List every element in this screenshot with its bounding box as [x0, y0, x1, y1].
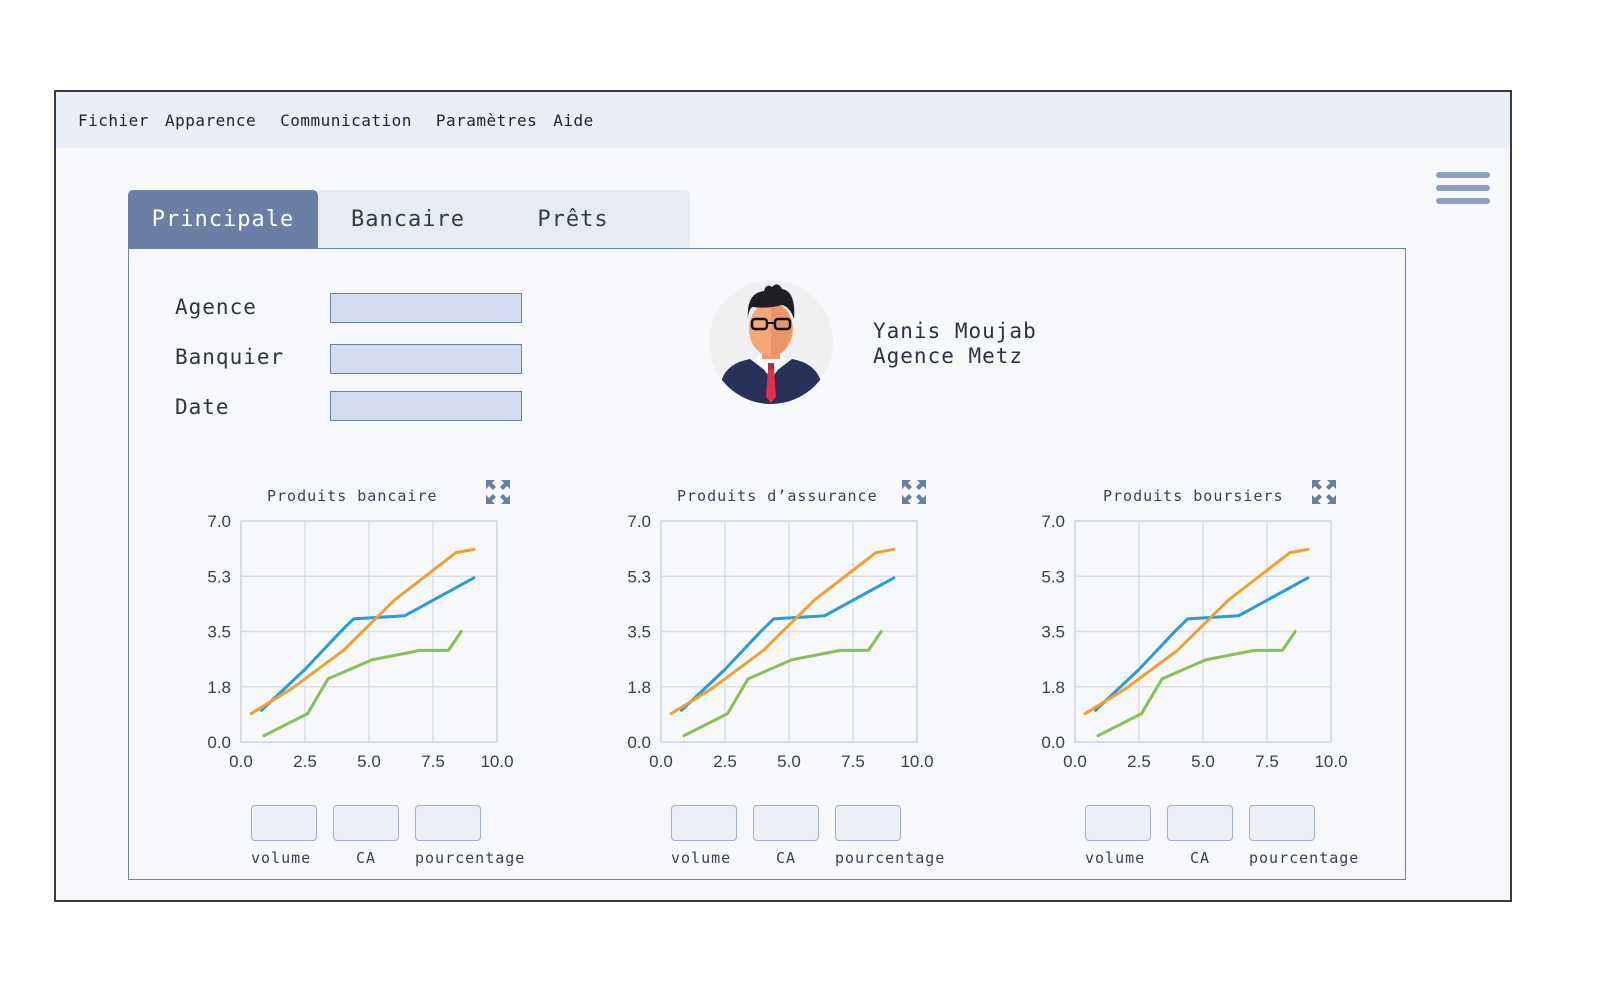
- menu-communication[interactable]: Communication: [280, 111, 412, 130]
- chart-produits-bancaire: Produits bancaire 0.0 2.5 5.0 7.5 10.0 0.0 1.8…: [177, 479, 557, 879]
- x-tick-label: 2.5: [713, 752, 737, 769]
- ca-button[interactable]: [753, 805, 819, 841]
- ca-label: CA: [355, 849, 377, 867]
- x-tick-label: 7.5: [1255, 752, 1279, 769]
- y-tick-label: 1.8: [1041, 678, 1065, 697]
- avatar: [709, 280, 833, 404]
- chart-title: Produits d’assurance: [677, 487, 878, 505]
- hamburger-menu-icon[interactable]: [1436, 172, 1490, 210]
- x-tick-label: 5.0: [1191, 752, 1215, 769]
- app-window: Fichier Apparence Communication Paramètr…: [54, 90, 1512, 902]
- user-agency: Agence Metz: [873, 344, 1024, 368]
- tab-prets[interactable]: Prêts: [498, 190, 648, 248]
- chart-produits-assurance: Produits d’assurance 0.0 2.5 5.0 7.5 10.0 0.0…: [597, 479, 977, 879]
- banquier-input[interactable]: [330, 344, 522, 374]
- y-tick-label: 3.5: [207, 623, 231, 642]
- line-chart: 0.0 2.5 5.0 7.5 10.0 0.0 1.8 3.5 5.3 7.0: [207, 512, 513, 769]
- agence-label: Agence: [175, 295, 257, 319]
- y-tick-label: 3.5: [1041, 623, 1065, 642]
- y-tick-label: 5.3: [627, 567, 651, 586]
- x-tick-label: 5.0: [357, 752, 381, 769]
- x-tick-label: 10.0: [480, 752, 513, 769]
- series-line-3: [1096, 630, 1297, 738]
- y-tick-label: 5.3: [207, 567, 231, 586]
- x-tick-label: 7.5: [841, 752, 865, 769]
- x-tick-label: 10.0: [1314, 752, 1347, 769]
- ca-label: CA: [775, 849, 797, 867]
- menu-apparence[interactable]: Apparence: [165, 111, 256, 130]
- x-tick-label: 10.0: [900, 752, 933, 769]
- pourcentage-label: pourcentage: [415, 849, 526, 867]
- y-tick-label: 7.0: [207, 512, 231, 531]
- expand-icon[interactable]: [485, 479, 511, 505]
- x-tick-label: 2.5: [293, 752, 317, 769]
- line-chart: 0.0 2.5 5.0 7.5 10.0 0.0 1.8 3.5 5.3 7.0: [1041, 512, 1347, 769]
- user-name: Yanis Moujab: [873, 319, 1037, 343]
- series-line-1: [680, 576, 896, 712]
- menu-aide[interactable]: Aide: [553, 111, 594, 130]
- tab-bancaire[interactable]: Bancaire: [318, 190, 498, 248]
- ca-label: CA: [1189, 849, 1211, 867]
- series-line-3: [682, 630, 883, 738]
- expand-icon[interactable]: [1311, 479, 1337, 505]
- pourcentage-button[interactable]: [1249, 805, 1315, 841]
- y-tick-label: 3.5: [627, 623, 651, 642]
- y-tick-label: 7.0: [627, 512, 651, 531]
- menu-parametres[interactable]: Paramètres: [436, 111, 537, 130]
- tab-bar: Principale Bancaire Prêts: [128, 190, 690, 248]
- expand-icon[interactable]: [901, 479, 927, 505]
- series-line-1: [1094, 576, 1310, 712]
- pourcentage-button[interactable]: [415, 805, 481, 841]
- volume-label: volume: [251, 849, 312, 867]
- y-tick-label: 7.0: [1041, 512, 1065, 531]
- volume-button[interactable]: [251, 805, 317, 841]
- banquier-label: Banquier: [175, 345, 285, 369]
- tab-principale[interactable]: Principale: [128, 190, 318, 248]
- ca-button[interactable]: [333, 805, 399, 841]
- ca-button[interactable]: [1167, 805, 1233, 841]
- y-tick-label: 5.3: [1041, 567, 1065, 586]
- x-tick-label: 0.0: [649, 752, 673, 769]
- x-tick-label: 5.0: [777, 752, 801, 769]
- volume-button[interactable]: [1085, 805, 1151, 841]
- y-tick-label: 1.8: [627, 678, 651, 697]
- line-chart: 0.0 2.5 5.0 7.5 10.0 0.0 1.8 3.5 5.3 7.0: [627, 512, 933, 769]
- date-input[interactable]: [330, 391, 522, 421]
- pourcentage-label: pourcentage: [1249, 849, 1360, 867]
- inactive-tabs: Bancaire Prêts: [318, 190, 690, 248]
- y-tick-label: 0.0: [1041, 733, 1065, 752]
- x-tick-label: 0.0: [1063, 752, 1087, 769]
- menu-fichier[interactable]: Fichier: [78, 111, 149, 130]
- x-tick-label: 2.5: [1127, 752, 1151, 769]
- menu-bar: Fichier Apparence Communication Paramètr…: [56, 92, 1510, 148]
- y-tick-label: 0.0: [207, 733, 231, 752]
- y-tick-label: 1.8: [207, 678, 231, 697]
- y-tick-label: 0.0: [627, 733, 651, 752]
- pourcentage-label: pourcentage: [835, 849, 946, 867]
- agence-input[interactable]: [330, 293, 522, 323]
- date-label: Date: [175, 395, 230, 419]
- series-line-1: [260, 576, 476, 712]
- x-tick-label: 0.0: [229, 752, 253, 769]
- chart-produits-boursiers: Produits boursiers 0.0 2.5 5.0 7.5 10.0 0.0 1.…: [1011, 479, 1391, 879]
- chart-title: Produits bancaire: [267, 487, 438, 505]
- pourcentage-button[interactable]: [835, 805, 901, 841]
- chart-title: Produits boursiers: [1103, 487, 1284, 505]
- main-panel: Agence Banquier Date Yanis Moujab Agence…: [128, 248, 1406, 880]
- series-line-3: [262, 630, 463, 738]
- volume-label: volume: [671, 849, 732, 867]
- volume-label: volume: [1085, 849, 1146, 867]
- volume-button[interactable]: [671, 805, 737, 841]
- x-tick-label: 7.5: [421, 752, 445, 769]
